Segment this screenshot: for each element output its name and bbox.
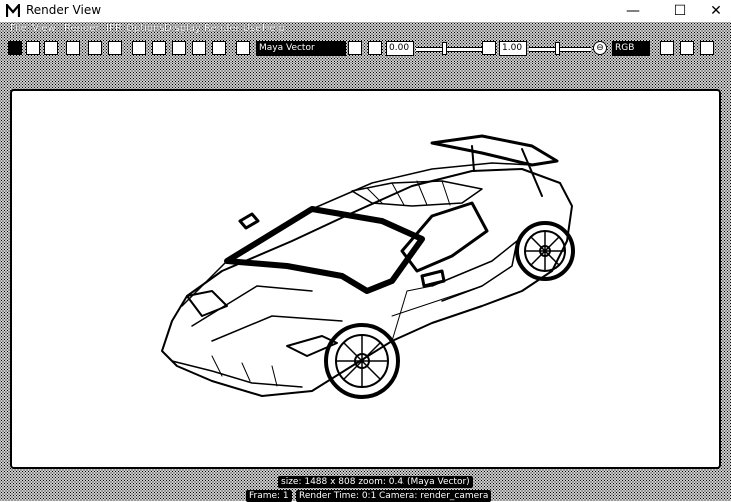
refresh-icon[interactable] xyxy=(88,41,102,55)
render-region-icon[interactable] xyxy=(26,41,40,55)
real-size-icon[interactable] xyxy=(212,41,226,55)
exposure-field[interactable]: 0.00 xyxy=(386,41,414,56)
rendered-image xyxy=(10,89,721,469)
exposure-icon[interactable] xyxy=(368,41,382,55)
maya-logo-icon xyxy=(6,4,20,17)
menu-render[interactable]: Render xyxy=(62,22,102,36)
hud-size-zoom: size: 1488 x 808 zoom: 0.456 xyxy=(278,476,418,488)
close-icon: ✕ xyxy=(710,3,722,19)
menu-file[interactable]: File xyxy=(8,22,29,36)
menu-options[interactable]: Options xyxy=(124,22,167,36)
minimize-button[interactable]: — xyxy=(613,0,653,22)
menu-bar: File View Render IPR Options Display Ren… xyxy=(0,22,731,36)
gamma-field[interactable]: 1.00 xyxy=(499,41,527,56)
display-icon[interactable] xyxy=(236,41,250,55)
remove-image-icon[interactable] xyxy=(152,41,166,55)
snapshot-icon[interactable] xyxy=(44,41,58,55)
gamma-icon[interactable] xyxy=(482,41,496,55)
color-management-icon[interactable]: ⊖ xyxy=(593,41,607,55)
stop-icon[interactable] xyxy=(108,41,122,55)
hud-renderer: (Maya Vector) xyxy=(404,476,473,488)
color-space-select[interactable]: RGB xyxy=(612,41,650,56)
menu-ipr[interactable]: IPR xyxy=(104,22,124,36)
toolbar: Maya Vector 0.00 1.00 ⊖ RGB xyxy=(0,36,731,62)
exposure-slider-thumb[interactable] xyxy=(442,42,447,55)
ipr-render-icon[interactable] xyxy=(66,41,80,55)
render-viewport[interactable]: size: 1488 x 808 zoom: 0.456 (Maya Vecto… xyxy=(0,62,731,502)
maximize-icon: ☐ xyxy=(673,3,687,19)
hud-camera: Camera: render_camera xyxy=(376,490,492,502)
title-bar: Render View — ☐ ✕ xyxy=(0,0,731,22)
hud-frame: Frame: 1 xyxy=(246,490,292,502)
alpha-channel-icon[interactable] xyxy=(192,41,206,55)
zoom-icon[interactable] xyxy=(700,41,714,55)
window-title: Render View xyxy=(26,3,102,17)
hud-render-time: Render Time: 0:15 xyxy=(296,490,386,502)
close-button[interactable]: ✕ xyxy=(696,0,731,22)
rgb-channel-icon[interactable] xyxy=(172,41,186,55)
gamma-slider-track[interactable] xyxy=(529,47,591,52)
car-render-image xyxy=(161,134,575,399)
menu-render-user[interactable]: Render User xyxy=(202,22,268,36)
keep-image-icon[interactable] xyxy=(132,41,146,55)
minimize-icon: — xyxy=(626,3,640,19)
settings-icon[interactable] xyxy=(680,41,694,55)
exposure-slider-track[interactable] xyxy=(416,47,482,52)
redo-render-icon[interactable] xyxy=(8,41,22,55)
test-resolution-icon[interactable] xyxy=(660,41,674,55)
maximize-button[interactable]: ☐ xyxy=(660,0,700,22)
menu-view[interactable]: View xyxy=(30,22,58,36)
gamma-slider-thumb[interactable] xyxy=(555,42,560,55)
menu-display[interactable]: Display xyxy=(162,22,203,36)
menu-help[interactable]: Help xyxy=(260,22,287,36)
renderer-select[interactable]: Maya Vector xyxy=(256,41,346,56)
chevron-down-icon[interactable] xyxy=(348,41,362,55)
